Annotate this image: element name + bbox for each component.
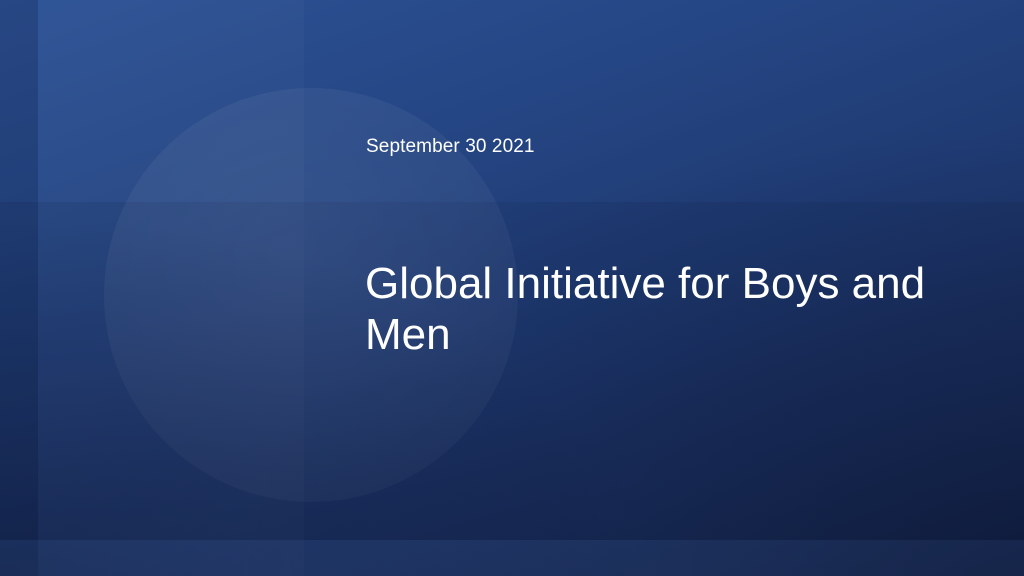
slide-date: September 30 2021	[366, 136, 535, 157]
slide-title: Global Initiative for Boys and Men	[365, 259, 926, 359]
slide: September 30 2021 Global Initiative for …	[0, 0, 1024, 576]
